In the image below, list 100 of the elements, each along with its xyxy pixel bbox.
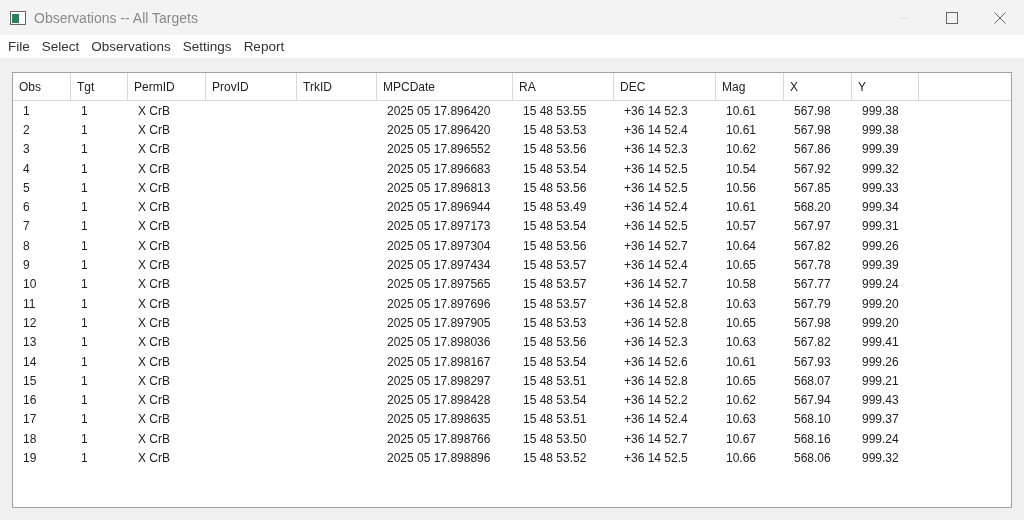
table-cell-text: 999.38 xyxy=(861,103,900,118)
table-cell-text: 10.56 xyxy=(725,180,758,195)
table-cell-text: 2025 05 17.896552 xyxy=(386,142,492,157)
table-cell-text: 10.61 xyxy=(725,354,758,369)
table-cell-text: X CrB xyxy=(137,412,171,427)
table-cell-text: X CrB xyxy=(137,161,171,176)
table-cell-text: 10.61 xyxy=(725,200,758,215)
table-cell-text: 10.63 xyxy=(725,296,758,311)
table-cell-text: 999.24 xyxy=(861,431,900,446)
table-cell-text: 1 xyxy=(80,238,89,253)
table-cell-text: 15 48 53.51 xyxy=(522,412,588,427)
table-cell-text: 999.26 xyxy=(861,354,900,369)
table-cell-text: 567.82 xyxy=(793,238,832,253)
table-cell-text: 10.65 xyxy=(725,315,758,330)
table-cell-text: 15 48 53.54 xyxy=(522,219,588,234)
table-cell-text: 568.06 xyxy=(793,451,832,465)
table-cell-text: +36 14 52.8 xyxy=(623,296,689,311)
table-cell-text: 15 48 53.50 xyxy=(522,431,588,446)
table-cell-text: 2025 05 17.897696 xyxy=(386,296,492,311)
menu-item[interactable]: Observations xyxy=(85,39,177,54)
table-cell-text: X CrB xyxy=(137,335,171,350)
table-cell-text: 2025 05 17.897434 xyxy=(386,258,492,272)
table-cell-text: 2025 05 17.896420 xyxy=(386,103,492,118)
menu-item[interactable]: Report xyxy=(237,39,291,54)
table-cell-text: 15 48 53.52 xyxy=(522,451,588,465)
table-cell-text: X CrB xyxy=(137,296,171,311)
table-cell-text: 567.79 xyxy=(793,296,832,311)
table-cell-text: 1 xyxy=(80,354,89,369)
table-cell-text: 18 xyxy=(22,431,38,446)
table-cell-text: X CrB xyxy=(137,142,171,157)
table-cell-text: 15 48 53.49 xyxy=(522,200,588,215)
table-cell-text: 567.98 xyxy=(793,122,832,137)
table-cell-text: 567.93 xyxy=(793,354,832,369)
table-cell-text: 567.86 xyxy=(793,142,832,157)
table-cell-text: 6 xyxy=(22,200,31,215)
table-cell-text: 567.98 xyxy=(793,103,832,118)
table-cell-text: X CrB xyxy=(137,103,171,118)
table-cell-text: 567.94 xyxy=(793,393,832,408)
table-cell-text: 10.64 xyxy=(725,238,758,253)
table-cell-text: +36 14 52.7 xyxy=(623,277,689,292)
table-cell-text: 10.66 xyxy=(725,451,758,465)
table-cell-text: 1 xyxy=(80,200,89,215)
table-cell-text: 999.39 xyxy=(861,258,900,272)
table-cell-text: 10.54 xyxy=(725,161,758,176)
table-cell-text: 15 48 53.57 xyxy=(522,277,588,292)
table-cell-text: 15 48 53.54 xyxy=(522,161,588,176)
table-cell-text: +36 14 52.6 xyxy=(623,354,689,369)
table-cell-text: 567.98 xyxy=(793,315,832,330)
table-cell-text: 10.62 xyxy=(725,142,758,157)
table-cell-text: X CrB xyxy=(137,431,171,446)
table-cell-text: X CrB xyxy=(137,451,171,465)
menu-item[interactable]: Select xyxy=(35,39,86,54)
table-cell-text: 999.21 xyxy=(861,373,900,388)
table-cell-text: 2 xyxy=(22,122,31,137)
table-cell-text: 9 xyxy=(22,258,31,272)
table-cell-text: +36 14 52.7 xyxy=(623,431,689,446)
table-cell-text: 8 xyxy=(22,238,31,253)
table-cell-text: X CrB xyxy=(137,238,171,253)
table-cell-text: 1 xyxy=(80,296,89,311)
table-cell-text: X CrB xyxy=(137,180,171,195)
table-cell-text: 10.58 xyxy=(725,277,758,292)
table-cell-text: +36 14 52.3 xyxy=(623,335,689,350)
table-cell-text: X CrB xyxy=(137,122,171,137)
table-cell-text: 1 xyxy=(80,219,89,234)
table-cell-text: 1 xyxy=(80,431,89,446)
table-cell-text: 999.26 xyxy=(861,238,900,253)
table-cell-text: 568.10 xyxy=(793,412,832,427)
table-cell-text: 15 48 53.55 xyxy=(522,103,588,118)
table-cell-text: 1 xyxy=(80,161,89,176)
table-cell-text: 999.37 xyxy=(861,412,900,427)
table-cell-text: 567.97 xyxy=(793,219,832,234)
table-cell-text: 2025 05 17.897905 xyxy=(386,315,492,330)
table-cell-text: 2025 05 17.896420 xyxy=(386,122,492,137)
table-cell-text: +36 14 52.5 xyxy=(623,161,689,176)
table-cell-text: +36 14 52.4 xyxy=(623,258,689,272)
table-cell-text: 999.38 xyxy=(861,122,900,137)
table-cell-text: 1 xyxy=(80,277,89,292)
table-cell-text: 999.20 xyxy=(861,296,900,311)
table-cell-text: 15 48 53.54 xyxy=(522,354,588,369)
table-cell-text: 1 xyxy=(80,258,89,272)
table-cell-text: +36 14 52.2 xyxy=(623,393,689,408)
table-cell-text: 13 xyxy=(22,335,38,350)
table-cell-text: 15 48 53.56 xyxy=(522,238,588,253)
menu-item[interactable]: Settings xyxy=(176,39,238,54)
table-cell-text: 568.20 xyxy=(793,200,832,215)
table-cell-text: 999.34 xyxy=(861,200,900,215)
table-cell-text: 7 xyxy=(22,219,31,234)
table-cell-text: +36 14 52.5 xyxy=(623,451,689,465)
table-cell-text: 999.31 xyxy=(861,219,900,234)
table-cell-text: 2025 05 17.897173 xyxy=(386,219,492,234)
table-cell-text: 15 48 53.56 xyxy=(522,335,588,350)
menu-item[interactable]: File xyxy=(2,39,36,54)
table-cell-text: 15 48 53.56 xyxy=(522,142,588,157)
table-cell-text: 1 xyxy=(80,412,89,427)
table-cell-text: X CrB xyxy=(137,258,171,272)
table-cell-text: 10.57 xyxy=(725,219,758,234)
table-cell-text: 567.92 xyxy=(793,161,832,176)
table-cell-text: 568.16 xyxy=(793,431,832,446)
table-cell-text: +36 14 52.7 xyxy=(623,238,689,253)
table-cell-text: 1 xyxy=(80,451,89,465)
